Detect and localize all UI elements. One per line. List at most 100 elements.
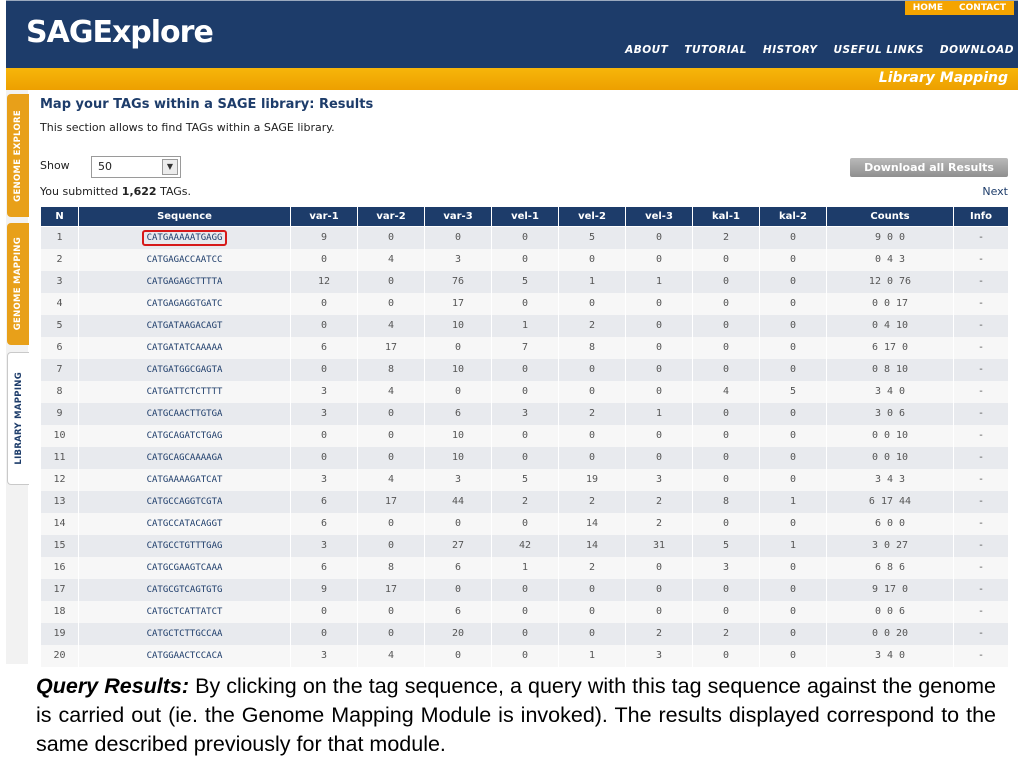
sequence-cell: CATGCCTGTTTGAG <box>78 534 291 557</box>
table-cell: 2 <box>558 490 626 513</box>
table-cell: 3 <box>692 556 760 579</box>
sequence-link[interactable]: CATGGAACTCCACA <box>147 651 223 661</box>
contact-link[interactable]: CONTACT <box>951 1 1014 15</box>
table-cell: 2 <box>692 622 760 645</box>
table-cell: 3 <box>290 468 358 491</box>
table-cell: 0 8 10 <box>826 358 954 381</box>
table-cell: 0 <box>625 556 693 579</box>
sequence-link[interactable]: CATGATGGCGAGTA <box>147 365 223 375</box>
table-cell: 0 <box>424 512 492 535</box>
table-cell: 3 <box>40 270 79 293</box>
table-cell: - <box>953 424 1009 447</box>
table-cell: 0 <box>491 292 559 315</box>
nav-history[interactable]: HISTORY <box>763 44 818 56</box>
table-cell: 0 <box>290 622 358 645</box>
table-cell: 6 <box>290 556 358 579</box>
table-row: 10 CATGCAGATCTGAG 0 0 10 0 0 0 0 0 0 0 10- <box>40 424 1009 447</box>
table-cell: 2 <box>491 490 559 513</box>
table-cell: 0 <box>625 380 693 403</box>
nav-about[interactable]: ABOUT <box>625 44 668 56</box>
table-cell: 13 <box>40 490 79 513</box>
table-cell: 0 <box>290 314 358 337</box>
table-cell: 5 <box>558 226 626 249</box>
table-cell: 8 <box>357 358 425 381</box>
table-cell: 0 <box>692 644 760 667</box>
sequence-cell: CATGAAAAGATCAT <box>78 468 291 491</box>
sequence-link[interactable]: CATGAGAGCTTTTA <box>147 277 223 287</box>
table-cell: 2 <box>625 622 693 645</box>
sequence-link[interactable]: CATGCCAGGTCGTA <box>147 497 223 507</box>
sequence-link[interactable]: CATGCTCTTGCCAA <box>147 629 223 639</box>
sequence-link[interactable]: CATGCAGCAAAAGA <box>147 453 223 463</box>
table-cell: 19 <box>40 622 79 645</box>
next-page-link[interactable]: Next <box>982 185 1008 198</box>
tab-library-mapping[interactable]: LIBRARY MAPPING <box>7 352 29 485</box>
column-header: var-3 <box>424 206 492 227</box>
table-cell: 17 <box>357 490 425 513</box>
table-cell: 17 <box>357 336 425 359</box>
sequence-link[interactable]: CATGCGAAGTCAAA <box>147 563 223 573</box>
sequence-link[interactable]: CATGCAACTTGTGA <box>147 409 223 419</box>
sequence-link[interactable]: CATGCCTGTTTGAG <box>147 541 223 551</box>
chevron-down-icon[interactable]: ▼ <box>162 159 178 175</box>
sequence-link[interactable]: CATGCCATACAGGT <box>147 519 223 529</box>
table-cell: 0 <box>759 512 827 535</box>
table-cell: 0 <box>759 424 827 447</box>
table-row: 16 CATGCGAAGTCAAA 6 8 6 1 2 0 3 0 6 8 6- <box>40 556 1009 579</box>
table-cell: 6 17 44 <box>826 490 954 513</box>
site-logo[interactable]: SAGExplore <box>26 15 214 50</box>
sequence-link[interactable]: CATGCGTCAGTGTG <box>147 585 223 595</box>
sequence-link[interactable]: CATGAAAAGATCAT <box>147 475 223 485</box>
table-cell: 6 <box>424 556 492 579</box>
sequence-link[interactable]: CATGCTCATTATCT <box>147 607 223 617</box>
show-count-select[interactable]: 50 ▼ <box>91 156 181 178</box>
column-header: kal-2 <box>759 206 827 227</box>
nav-useful-links[interactable]: USEFUL LINKS <box>834 44 924 56</box>
table-cell: 0 <box>558 424 626 447</box>
table-cell: 11 <box>40 446 79 469</box>
sequence-cell: CATGATTCTCTTTT <box>78 380 291 403</box>
sequence-link[interactable]: CATGCAGATCTGAG <box>147 431 223 441</box>
table-cell: 3 <box>290 534 358 557</box>
table-cell: 0 <box>625 314 693 337</box>
table-cell: 0 <box>692 578 760 601</box>
table-row: 13 CATGCCAGGTCGTA 6 17 44 2 2 2 8 1 6 17 44- <box>40 490 1009 513</box>
side-tabs: GENOME EXPLORE GENOME MAPPING LIBRARY MA… <box>6 90 29 664</box>
table-cell: 0 <box>558 380 626 403</box>
home-link[interactable]: HOME <box>905 1 951 15</box>
table-cell: 1 <box>491 556 559 579</box>
sequence-link[interactable]: CATGATAAGACAGT <box>147 321 223 331</box>
table-cell: 0 <box>290 292 358 315</box>
table-cell: 0 <box>625 248 693 271</box>
sequence-link[interactable]: CATGAGACCAATCC <box>147 255 223 265</box>
table-cell: 0 <box>759 292 827 315</box>
sequence-link[interactable]: CATGAGAGGTGATC <box>147 299 223 309</box>
nav-tutorial[interactable]: TUTORIAL <box>684 44 747 56</box>
tab-genome-explore-label: GENOME EXPLORE <box>13 109 23 202</box>
table-cell: 0 <box>558 358 626 381</box>
table-row: 11 CATGCAGCAAAAGA 0 0 10 0 0 0 0 0 0 0 10- <box>40 446 1009 469</box>
download-all-results-button[interactable]: Download all Results <box>850 158 1008 177</box>
table-cell: 0 <box>424 380 492 403</box>
table-cell: 0 <box>625 446 693 469</box>
sequence-link[interactable]: CATGATTCTCTTTT <box>147 387 223 397</box>
table-cell: 3 <box>491 402 559 425</box>
column-header: vel-1 <box>491 206 559 227</box>
nav-download[interactable]: DOWNLOAD <box>940 44 1014 56</box>
table-cell: - <box>953 380 1009 403</box>
sequence-link[interactable]: CATGAAAAATGAGG <box>141 229 228 246</box>
table-cell: 10 <box>424 314 492 337</box>
table-cell: 2 <box>625 512 693 535</box>
table-cell: 8 <box>40 380 79 403</box>
tab-genome-explore[interactable]: GENOME EXPLORE <box>7 94 29 217</box>
table-cell: - <box>953 402 1009 425</box>
table-cell: 0 <box>692 336 760 359</box>
table-cell: 5 <box>491 270 559 293</box>
table-cell: 6 0 0 <box>826 512 954 535</box>
table-cell: 0 <box>692 270 760 293</box>
tab-genome-mapping[interactable]: GENOME MAPPING <box>7 223 29 345</box>
table-cell: 0 <box>759 556 827 579</box>
sequence-link[interactable]: CATGATATCAAAAA <box>147 343 223 353</box>
tab-genome-mapping-label: GENOME MAPPING <box>13 237 23 331</box>
table-cell: 0 0 10 <box>826 446 954 469</box>
